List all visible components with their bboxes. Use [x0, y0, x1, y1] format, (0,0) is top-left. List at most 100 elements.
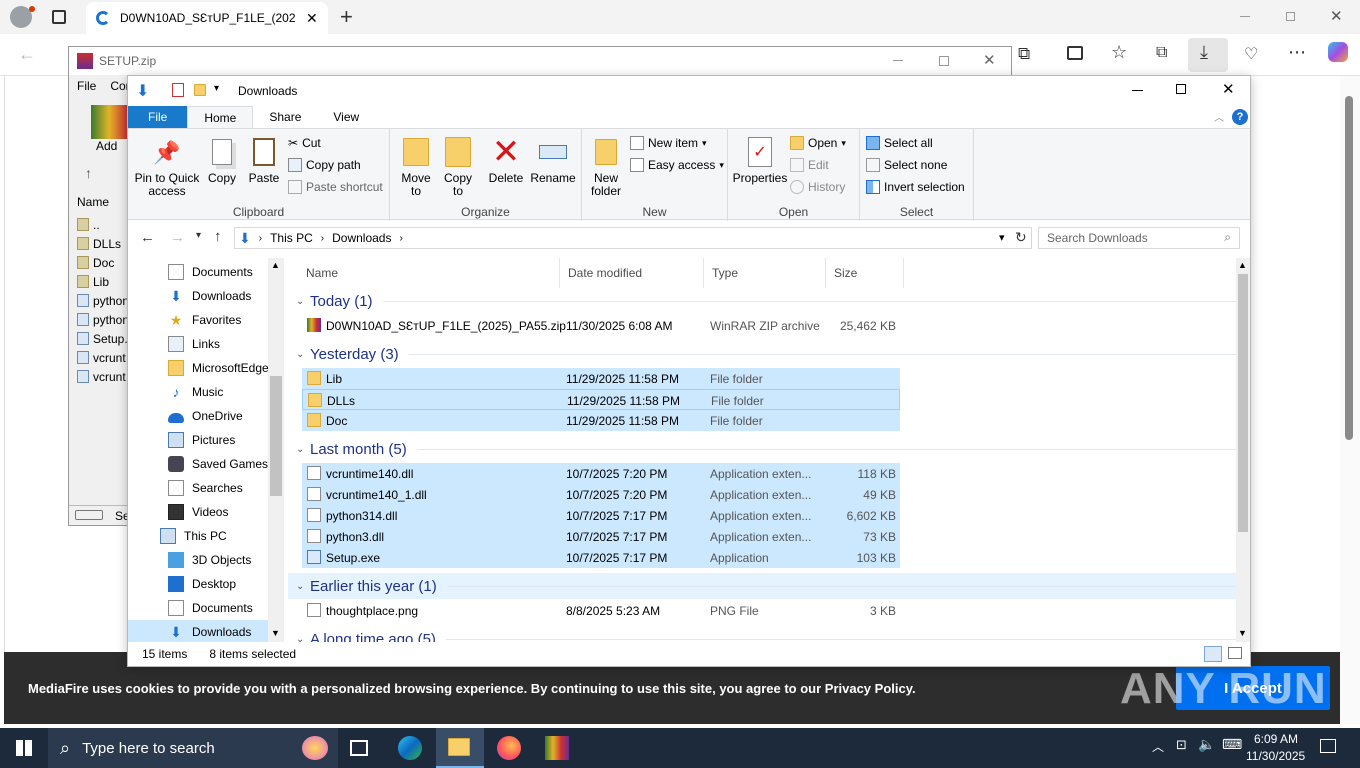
clock-date[interactable]: 11/30/2025	[1246, 749, 1305, 763]
pin-quick-access-button[interactable]: 📌 Pin to Quick access	[134, 135, 200, 198]
winrar-list-item[interactable]: DLLs	[77, 234, 131, 253]
downloads-button[interactable]	[1188, 38, 1228, 72]
file-row[interactable]: vcruntime140.dll 10/7/2025 7:20 PM Applica…	[302, 463, 900, 484]
large-icons-view-icon[interactable]	[1228, 647, 1242, 659]
winrar-list-item[interactable]: python	[77, 291, 131, 310]
nav-item[interactable]: Searches	[168, 476, 243, 500]
nav-item[interactable]: Saved Games	[168, 452, 268, 476]
file-row[interactable]: Lib 11/29/2025 11:58 PM File folder	[302, 368, 900, 389]
winrar-list-item[interactable]: Setup.	[77, 329, 131, 348]
back-arrow-icon[interactable]: ←	[140, 229, 155, 246]
scroll-thumb[interactable]	[1238, 274, 1248, 532]
copilot-icon[interactable]	[1328, 42, 1348, 62]
scroll-up-icon[interactable]: ▲	[1238, 260, 1247, 270]
restore-icon[interactable]	[1286, 12, 1295, 21]
file-row[interactable]: thoughtplace.png 8/8/2025 5:23 AM PNG File…	[302, 600, 900, 621]
new-item-button[interactable]: New item ▾	[630, 133, 707, 153]
nav-item[interactable]: 3D Objects	[168, 548, 251, 572]
more-icon[interactable]: ⋯	[1288, 42, 1306, 63]
move-to-button[interactable]: Move to	[396, 135, 436, 198]
collections-icon[interactable]: ⧉	[1156, 44, 1167, 62]
easy-access-button[interactable]: Easy access ▾	[630, 155, 724, 175]
winrar-list-item[interactable]: Doc	[77, 253, 131, 272]
extensions-icon[interactable]: ⧉	[1018, 44, 1030, 64]
group-header[interactable]: ⌄ Today (1)	[288, 288, 1236, 314]
tab-view[interactable]: View	[317, 106, 375, 128]
details-view-icon[interactable]	[1204, 646, 1222, 662]
winrar-close-icon[interactable]: ✕	[983, 51, 996, 69]
file-row[interactable]: python3.dll 10/7/2025 7:17 PM Application …	[302, 526, 900, 547]
forward-arrow-icon[interactable]: →	[170, 229, 185, 246]
winrar-list-item[interactable]: vcrunt	[77, 367, 131, 386]
nav-item[interactable]: Documents	[168, 260, 253, 284]
delete-button[interactable]: ✕ Delete	[486, 135, 526, 185]
volume-icon[interactable]: 🔈	[1198, 736, 1215, 753]
nav-item[interactable]: Documents	[168, 596, 253, 620]
winrar-add-label[interactable]: Add	[96, 139, 117, 153]
winrar-minimize-icon[interactable]	[893, 60, 903, 61]
new-folder-qa-icon[interactable]	[194, 84, 206, 96]
tab-close-icon[interactable]: ✕	[306, 10, 318, 27]
nav-item[interactable]: This PC	[160, 524, 227, 548]
quick-access-down-icon[interactable]: ⬇	[136, 81, 149, 101]
winrar-list-header[interactable]: Name	[77, 195, 109, 209]
properties-check-icon[interactable]	[172, 83, 184, 97]
invert-selection-button[interactable]: Invert selection	[866, 177, 965, 197]
firefox-taskbar-icon[interactable]	[497, 736, 521, 760]
nav-scrollbar[interactable]: ▲ ▼	[268, 258, 284, 642]
open-button[interactable]: Open ▾	[790, 133, 846, 153]
nav-item[interactable]: OneDrive	[168, 404, 243, 428]
new-tab-button[interactable]: +	[340, 4, 353, 30]
tab-file[interactable]: File	[128, 106, 188, 128]
winrar-list-item[interactable]: python	[77, 310, 131, 329]
file-row[interactable]: vcruntime140_1.dll 10/7/2025 7:20 PM Appli…	[302, 484, 900, 505]
tab-share[interactable]: Share	[253, 106, 317, 128]
nav-item[interactable]: Videos	[168, 500, 228, 524]
qa-dropdown-icon[interactable]: ▾	[214, 83, 219, 94]
explorer-maximize-icon[interactable]	[1176, 84, 1186, 94]
history-button[interactable]: History	[790, 177, 845, 197]
paste-button[interactable]: Paste	[246, 135, 282, 185]
nav-item[interactable]: Pictures	[168, 428, 235, 452]
copy-path-button[interactable]: Copy path	[288, 155, 361, 175]
copy-button[interactable]: Copy	[204, 135, 240, 185]
select-all-button[interactable]: Select all	[866, 133, 933, 153]
back-icon[interactable]: ←	[18, 44, 36, 65]
nav-item[interactable]: ♪ Music	[168, 380, 224, 404]
edge-taskbar-icon[interactable]	[398, 736, 422, 760]
address-dropdown-icon[interactable]: ▾	[999, 231, 1005, 244]
split-screen-icon[interactable]	[1067, 46, 1083, 60]
recent-locations-icon[interactable]: ▾	[196, 230, 201, 241]
scroll-down-icon[interactable]: ▼	[1238, 628, 1247, 638]
tab-actions-icon[interactable]	[52, 10, 66, 24]
input-indicator-icon[interactable]: ⌨	[1222, 736, 1242, 753]
breadcrumb-downloads[interactable]: Downloads	[332, 231, 391, 245]
file-row[interactable]: D0WN10AD_SƐтUP_F1LE_(2025)_PA55.zip 11/30…	[302, 315, 900, 336]
file-row[interactable]: DLLs 11/29/2025 11:58 PM File folder	[302, 389, 900, 410]
select-none-button[interactable]: Select none	[866, 155, 947, 175]
page-scrollbar[interactable]	[1340, 76, 1360, 724]
winrar-up-icon[interactable]: ↑	[85, 165, 92, 181]
start-windows-icon[interactable]	[16, 740, 32, 756]
nav-scroll-down-icon[interactable]: ▼	[271, 628, 280, 638]
properties-button[interactable]: ✓ Properties	[732, 135, 788, 185]
ribbon-collapse-icon[interactable]: ︿	[1214, 109, 1224, 124]
help-icon[interactable]: ?	[1232, 109, 1248, 125]
paste-shortcut-button[interactable]: Paste shortcut	[288, 177, 383, 197]
explorer-minimize-icon[interactable]	[1132, 90, 1143, 91]
rename-button[interactable]: Rename	[530, 135, 576, 185]
file-list-scrollbar[interactable]: ▲ ▼	[1236, 258, 1250, 642]
cut-button[interactable]: ✂ Cut	[288, 133, 321, 153]
task-view-icon[interactable]	[350, 740, 368, 756]
winrar-add-icon[interactable]	[91, 105, 127, 139]
browser-tab[interactable]: D0WN10AD_SƐтUP_F1LE_(2025)_P ✕	[86, 2, 328, 34]
copy-to-button[interactable]: Copy to	[438, 135, 478, 198]
winrar-maximize-icon[interactable]	[939, 56, 949, 66]
show-hidden-icons[interactable]: ︿	[1152, 738, 1164, 755]
nav-item[interactable]: Desktop	[168, 572, 236, 596]
favorites-icon[interactable]: ☆	[1111, 42, 1127, 63]
nav-item[interactable]: ★ Favorites	[168, 308, 242, 332]
file-row[interactable]: python314.dll 10/7/2025 7:17 PM Applicatio…	[302, 505, 900, 526]
explorer-close-icon[interactable]: ✕	[1222, 80, 1235, 98]
refresh-icon[interactable]: ↻	[1015, 229, 1027, 246]
